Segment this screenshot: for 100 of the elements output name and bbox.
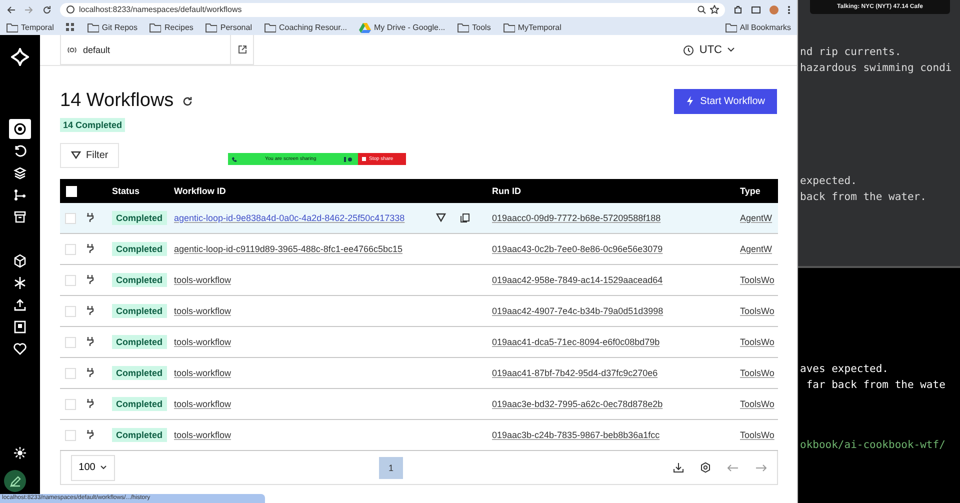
row-checkbox[interactable] bbox=[65, 336, 76, 348]
terminal-path: okbook/ai-cookbook-wtf/ bbox=[799, 439, 946, 451]
stop-icon bbox=[362, 157, 366, 161]
type-link[interactable]: ToolsWo bbox=[740, 399, 774, 409]
status-badge: Completed bbox=[112, 335, 167, 349]
folder-icon bbox=[724, 21, 737, 33]
star-icon[interactable] bbox=[710, 5, 719, 14]
row-checkbox[interactable] bbox=[65, 368, 76, 378]
select-all-checkbox[interactable] bbox=[66, 186, 77, 196]
nav-item[interactable] bbox=[9, 119, 31, 139]
cube-icon bbox=[13, 254, 27, 268]
row-checkbox[interactable] bbox=[65, 398, 76, 410]
run-id-link[interactable]: 019aac43-0c2b-7ee0-8e86-0c96e56e3079 bbox=[492, 244, 663, 254]
workflow-id-link[interactable]: tools-workflow bbox=[174, 430, 232, 440]
type-link[interactable]: ToolsWo bbox=[740, 368, 774, 378]
plug-icon bbox=[86, 367, 95, 377]
apps-grid-icon[interactable] bbox=[66, 22, 75, 32]
column-header: Type bbox=[740, 186, 760, 196]
external-link-icon[interactable] bbox=[238, 45, 246, 54]
terminal-line: back from the water. bbox=[800, 190, 928, 205]
filter-button[interactable]: Filter bbox=[60, 143, 120, 168]
row-checkbox[interactable] bbox=[65, 306, 76, 316]
timezone-selector[interactable]: UTC bbox=[683, 35, 735, 65]
bookmark[interactable]: All Bookmarks bbox=[724, 21, 791, 33]
workflow-id-link[interactable]: tools-workflow bbox=[174, 306, 232, 316]
folder-icon bbox=[502, 21, 515, 33]
status-badge: Completed bbox=[112, 366, 167, 380]
workflow-id-link[interactable]: tools-workflow bbox=[174, 275, 232, 285]
status-badge: Completed bbox=[112, 273, 167, 287]
row-checkbox[interactable] bbox=[65, 212, 76, 224]
run-id-link[interactable]: 019aac3b-c24b-7835-9867-beb8b36a1fcc bbox=[492, 430, 660, 440]
workflow-id-link[interactable]: tools-workflow bbox=[174, 368, 232, 378]
arrow-left-icon[interactable] bbox=[727, 464, 739, 472]
status-badge: Completed bbox=[112, 428, 167, 442]
sun-icon bbox=[13, 446, 27, 460]
refresh-icon[interactable] bbox=[182, 96, 193, 106]
bookmark[interactable]: MyTemporal bbox=[502, 21, 562, 33]
reload-icon[interactable] bbox=[42, 4, 52, 14]
run-id-link[interactable]: 019aac42-958e-7849-ac14-1529aacead64 bbox=[492, 275, 663, 285]
bookmark[interactable]: Tools bbox=[457, 21, 491, 33]
asterisk-icon bbox=[13, 276, 27, 290]
layers-icon bbox=[13, 166, 27, 180]
heart-icon bbox=[13, 342, 27, 356]
row-checkbox[interactable] bbox=[65, 244, 76, 254]
filter-icon[interactable] bbox=[436, 213, 446, 223]
profile-avatar-icon[interactable] bbox=[769, 4, 779, 14]
temporal-logo-icon bbox=[11, 48, 29, 66]
terminal-line: expected. bbox=[800, 174, 858, 189]
clock-icon bbox=[683, 44, 694, 56]
column-header: Status bbox=[112, 186, 140, 196]
terminal-line: nd rip currents. bbox=[800, 45, 902, 60]
pencil-icon bbox=[10, 476, 20, 486]
status-badge: Completed bbox=[112, 211, 167, 225]
bookmark[interactable]: Recipes bbox=[149, 21, 194, 33]
history-icon bbox=[13, 144, 27, 158]
folder-icon bbox=[205, 21, 218, 33]
workflow-id-link[interactable]: tools-workflow bbox=[174, 337, 232, 347]
copy-icon[interactable] bbox=[460, 213, 470, 223]
extensions-icon[interactable] bbox=[733, 4, 743, 14]
page-button[interactable]: 1 bbox=[379, 456, 403, 478]
page-size-select[interactable]: 100 bbox=[71, 454, 115, 480]
bookmark[interactable]: Temporal bbox=[6, 21, 54, 33]
workflow-id-link[interactable]: agentic-loop-id-c9119d89-3965-488c-8fc1-ee4766c5bc15 bbox=[174, 244, 402, 254]
status-count-badge: 14 Completed bbox=[60, 118, 126, 132]
type-link[interactable]: AgentW bbox=[740, 244, 772, 254]
address-bar[interactable]: localhost:8233/namespaces/default/workflows bbox=[60, 2, 725, 16]
type-link[interactable]: ToolsWo bbox=[740, 275, 774, 285]
bookmark[interactable]: Coaching Resour... bbox=[264, 21, 348, 33]
plug-icon bbox=[86, 305, 95, 315]
branch-icon bbox=[13, 188, 27, 202]
mic-icon bbox=[344, 156, 352, 162]
zoom-icon[interactable] bbox=[697, 5, 706, 14]
namespace-selector[interactable]: default bbox=[60, 35, 254, 65]
plug-icon bbox=[86, 429, 95, 439]
bookmark[interactable]: Git Repos bbox=[86, 21, 138, 33]
arrow-right-icon[interactable] bbox=[755, 464, 767, 472]
lightning-icon bbox=[686, 96, 694, 106]
row-checkbox[interactable] bbox=[65, 274, 76, 286]
type-link[interactable]: ToolsWo bbox=[740, 430, 774, 440]
type-link[interactable]: ToolsWo bbox=[740, 306, 774, 316]
start-workflow-button[interactable]: Start Workflow bbox=[674, 88, 777, 114]
row-checkbox[interactable] bbox=[65, 430, 76, 440]
type-link[interactable]: ToolsWo bbox=[740, 337, 774, 347]
plug-icon bbox=[86, 243, 95, 253]
more-icon[interactable] bbox=[787, 4, 791, 14]
run-id-link[interactable]: 019aac3e-bd32-7995-a62c-0ec78d878e2b bbox=[492, 399, 663, 409]
settings-icon[interactable] bbox=[700, 462, 711, 473]
run-id-link[interactable]: 019aac42-4907-7e4c-b34b-79a0d51d3998 bbox=[492, 306, 664, 316]
folder-icon bbox=[264, 21, 276, 33]
plug-icon bbox=[86, 274, 95, 284]
workflow-id-link[interactable]: tools-workflow bbox=[174, 399, 232, 409]
status-badge: Completed bbox=[112, 304, 167, 318]
run-id-link[interactable]: 019aac41-dca5-71ec-8094-e6f0c08bd79b bbox=[492, 337, 660, 347]
bookmark[interactable]: My Drive - Google... bbox=[359, 22, 446, 32]
bookmark[interactable]: Personal bbox=[205, 21, 252, 33]
chevron-down-icon bbox=[100, 465, 108, 470]
chevron-down-icon bbox=[727, 47, 735, 53]
run-id-link[interactable]: 019aac41-87bf-7b42-95d4-d37fc9c270e6 bbox=[492, 368, 658, 378]
download-icon[interactable] bbox=[673, 462, 684, 473]
back-icon[interactable] bbox=[6, 4, 16, 14]
